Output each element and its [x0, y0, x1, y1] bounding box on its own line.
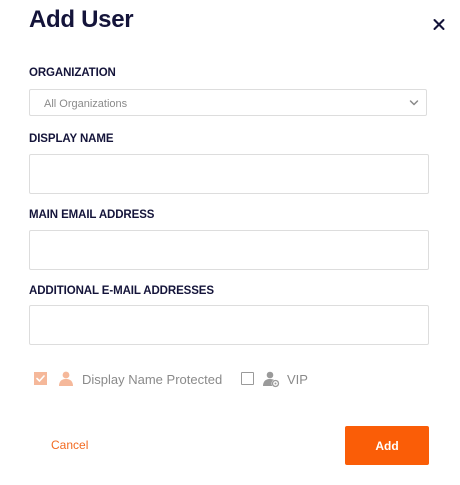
- add-user-dialog: Add User ORGANIZATION All Organizations …: [0, 0, 460, 485]
- organization-select-value: All Organizations: [44, 98, 128, 110]
- close-icon: [433, 19, 445, 30]
- main-email-input[interactable]: [29, 230, 429, 270]
- close-button[interactable]: [429, 14, 449, 34]
- cancel-button[interactable]: Cancel: [51, 438, 88, 452]
- organization-select[interactable]: All Organizations: [29, 89, 427, 116]
- dialog-title: Add User: [29, 6, 134, 33]
- main-email-label: MAIN EMAIL ADDRESS: [29, 209, 155, 221]
- organization-label: ORGANIZATION: [29, 67, 116, 79]
- add-button[interactable]: Add: [345, 426, 429, 465]
- display-name-protected-checkbox[interactable]: [34, 372, 47, 385]
- vip-checkbox[interactable]: [241, 372, 254, 385]
- user-protected-icon: [59, 371, 73, 386]
- chevron-down-icon: [409, 100, 419, 106]
- display-name-protected-label: Display Name Protected: [82, 372, 223, 387]
- display-name-input[interactable]: [29, 154, 429, 194]
- user-vip-icon: [263, 371, 280, 388]
- additional-emails-label: ADDITIONAL E-MAIL ADDRESSES: [29, 285, 214, 297]
- vip-label: VIP: [287, 372, 308, 387]
- additional-emails-input[interactable]: [29, 305, 429, 345]
- display-name-label: DISPLAY NAME: [29, 133, 114, 145]
- checkmark-icon: [36, 375, 45, 382]
